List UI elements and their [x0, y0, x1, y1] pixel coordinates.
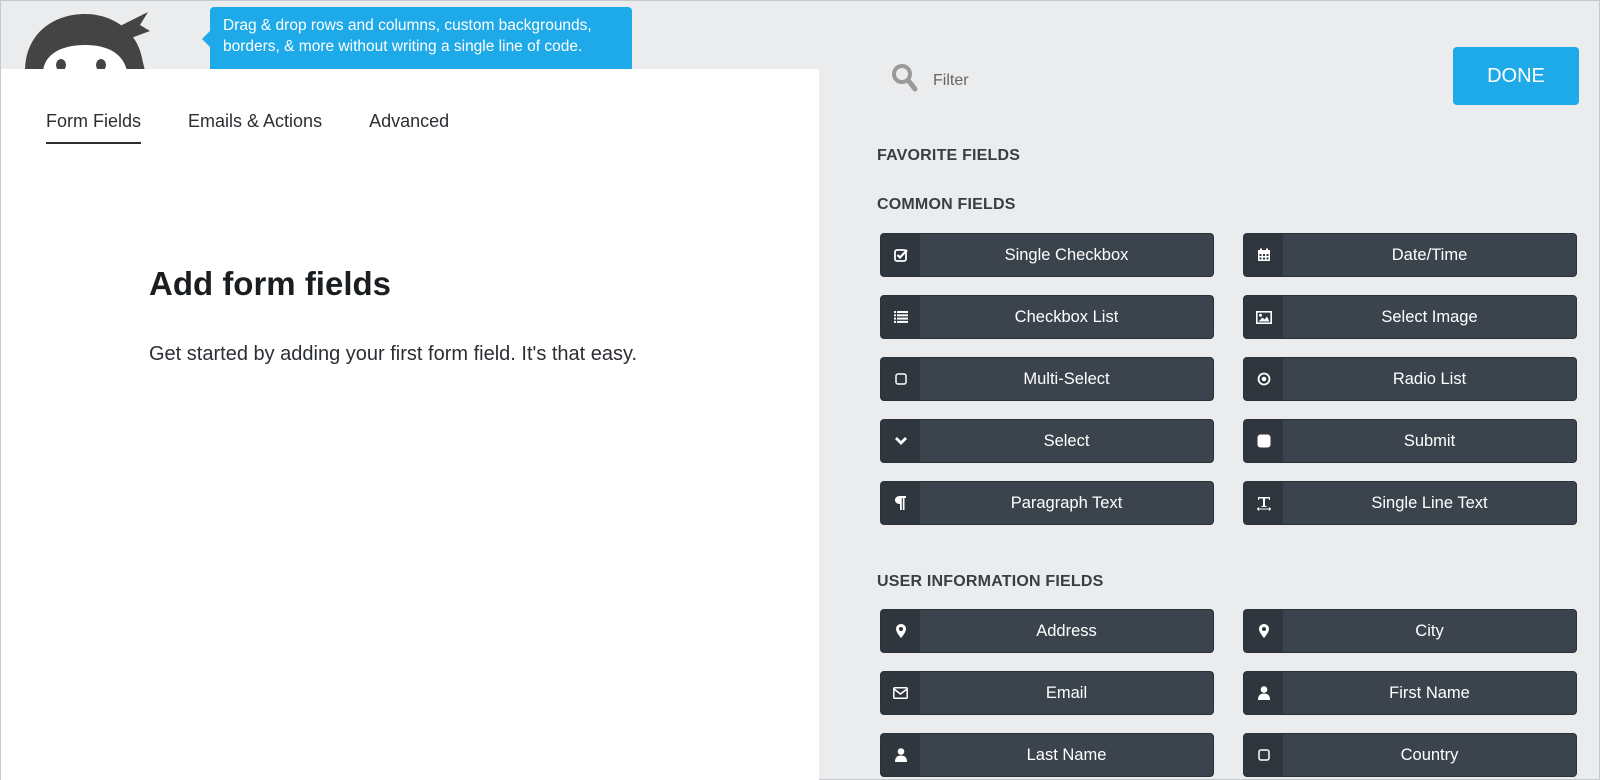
field-button-first-name[interactable]: First Name — [1243, 671, 1577, 715]
field-button-last-name[interactable]: Last Name — [880, 733, 1214, 777]
checkbox-checked-icon — [881, 234, 920, 276]
field-label: Date/Time — [1391, 245, 1468, 264]
field-button-single-line-text[interactable]: Single Line Text — [1243, 481, 1577, 525]
filter-box — [891, 63, 1233, 98]
empty-state-description: Get started by adding your first form fi… — [149, 343, 638, 365]
empty-state-title: Add form fields — [149, 265, 392, 302]
field-label: Last Name — [1026, 745, 1107, 764]
field-label: Checkbox List — [1014, 307, 1119, 326]
image-icon — [1244, 296, 1283, 338]
filled-square-icon — [1244, 420, 1283, 462]
field-label: Email — [1045, 683, 1088, 702]
field-label: Multi-Select — [1023, 369, 1110, 388]
filter-input[interactable] — [933, 71, 1233, 90]
fields-sidebar: DONE FAVORITE FIELDS COMMON FIELDS Singl… — [819, 1, 1600, 780]
field-button-paragraph-text[interactable]: Paragraph Text — [880, 481, 1214, 525]
tab-advanced[interactable]: Advanced — [369, 111, 449, 144]
field-button-country[interactable]: Country — [1243, 733, 1577, 777]
field-label: Paragraph Text — [1010, 493, 1123, 512]
map-marker-icon — [881, 610, 920, 652]
field-button-multi-select[interactable]: Multi-Select — [880, 357, 1214, 401]
field-label: Single Line Text — [1371, 493, 1488, 512]
field-button-date-time[interactable]: Date/Time — [1243, 233, 1577, 277]
user-icon — [881, 734, 920, 776]
field-button-single-checkbox[interactable]: Single Checkbox — [880, 233, 1214, 277]
user-icon — [1244, 672, 1283, 714]
field-button-email[interactable]: Email — [880, 671, 1214, 715]
field-label: First Name — [1389, 683, 1470, 702]
chevron-down-icon — [881, 420, 920, 462]
field-label: Address — [1036, 621, 1097, 640]
tab-form-fields[interactable]: Form Fields — [46, 111, 142, 144]
map-marker-icon — [1244, 610, 1283, 652]
done-button[interactable]: DONE — [1453, 47, 1579, 105]
field-button-checkbox-list[interactable]: Checkbox List — [880, 295, 1214, 339]
field-label: Select Image — [1381, 307, 1478, 326]
field-button-radio-list[interactable]: Radio List — [1243, 357, 1577, 401]
top-bar: Drag & drop rows and columns, custom bac… — [1, 1, 819, 83]
section-title-favorite: FAVORITE FIELDS — [877, 147, 1021, 164]
text-width-icon — [1244, 482, 1283, 524]
square-icon — [1244, 734, 1283, 776]
list-icon — [881, 296, 920, 338]
tab-emails-actions[interactable]: Emails & Actions — [188, 111, 322, 144]
field-button-select-image[interactable]: Select Image — [1243, 295, 1577, 339]
tab-bar: Form Fields Emails & Actions Advanced — [46, 111, 496, 144]
radio-icon — [1244, 358, 1283, 400]
square-icon — [881, 358, 920, 400]
paragraph-icon — [881, 482, 920, 524]
ninja-logo — [23, 9, 153, 69]
field-label: Select — [1043, 431, 1090, 450]
field-label: City — [1415, 621, 1444, 640]
field-label: Submit — [1403, 431, 1456, 450]
field-button-submit[interactable]: Submit — [1243, 419, 1577, 463]
section-title-common: COMMON FIELDS — [877, 196, 1016, 213]
section-title-user-info: USER INFORMATION FIELDS — [877, 573, 1104, 590]
field-button-city[interactable]: City — [1243, 609, 1577, 653]
search-icon — [891, 63, 919, 98]
field-label: Radio List — [1392, 369, 1467, 388]
field-button-select[interactable]: Select — [880, 419, 1214, 463]
common-fields-grid: Single Checkbox Date/Time Checkbox List Sel… — [880, 233, 1577, 525]
field-label: Single Checkbox — [1004, 245, 1129, 264]
field-label: Country — [1400, 745, 1459, 764]
field-button-address[interactable]: Address — [880, 609, 1214, 653]
calendar-icon — [1244, 234, 1283, 276]
builder-panel: Form Fields Emails & Actions Advanced Ad… — [1, 69, 819, 780]
user-info-fields-grid: Address City Email First Name Last Name Count… — [880, 609, 1577, 777]
envelope-icon — [881, 672, 920, 714]
